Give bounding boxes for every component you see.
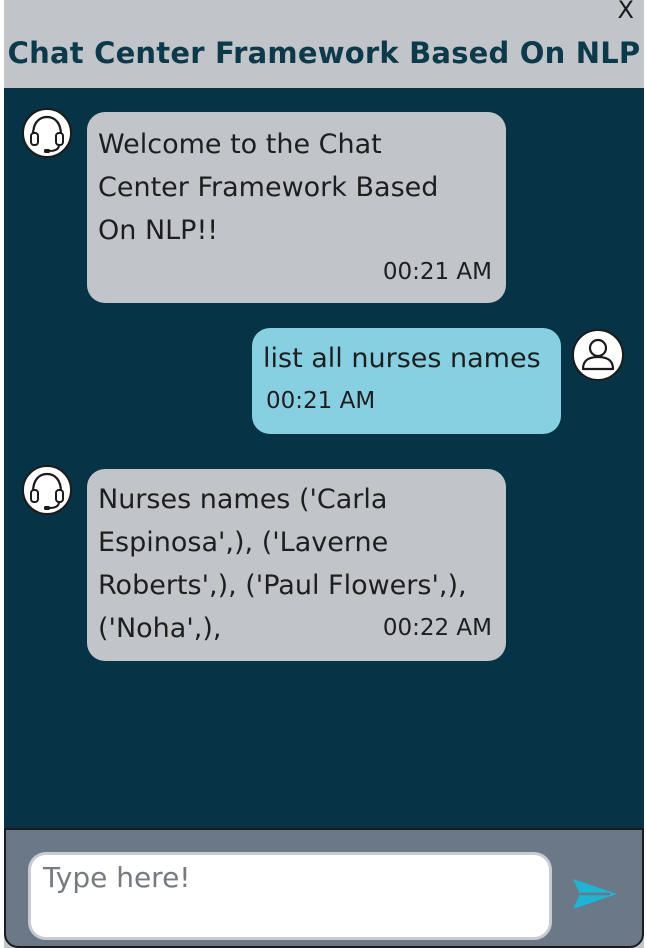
message-timestamp: 00:21 AM: [266, 388, 376, 414]
headset-icon: [30, 115, 64, 153]
message-composer: [4, 828, 644, 948]
bot-avatar: [22, 108, 72, 158]
send-button[interactable]: [570, 874, 620, 914]
chat-title: Chat Center Framework Based On NLP: [7, 36, 641, 70]
bot-avatar: [22, 465, 72, 515]
message-list[interactable]: Welcome to the Chat Center Framework Bas…: [4, 88, 644, 828]
message-bubble-bot: Welcome to the Chat Center Framework Bas…: [87, 112, 506, 303]
message-text: list all nurses names: [263, 343, 541, 374]
send-icon: [573, 879, 617, 909]
headset-icon: [30, 472, 64, 510]
user-avatar: [572, 329, 624, 381]
message-input[interactable]: [28, 852, 552, 940]
user-icon: [581, 338, 615, 371]
message-timestamp: 00:22 AM: [382, 615, 492, 641]
chat-window: X Chat Center Framework Based On NLP Wel…: [4, 0, 644, 948]
close-button[interactable]: X: [618, 0, 634, 24]
message-text: Welcome to the Chat Center Framework Bas…: [98, 129, 439, 246]
message-bubble-user: list all nurses names 00:21 AM: [252, 328, 561, 434]
message-bubble-bot: Nurses names ('Carla Espinosa',), ('Lave…: [87, 469, 506, 661]
message-timestamp: 00:21 AM: [382, 259, 492, 285]
